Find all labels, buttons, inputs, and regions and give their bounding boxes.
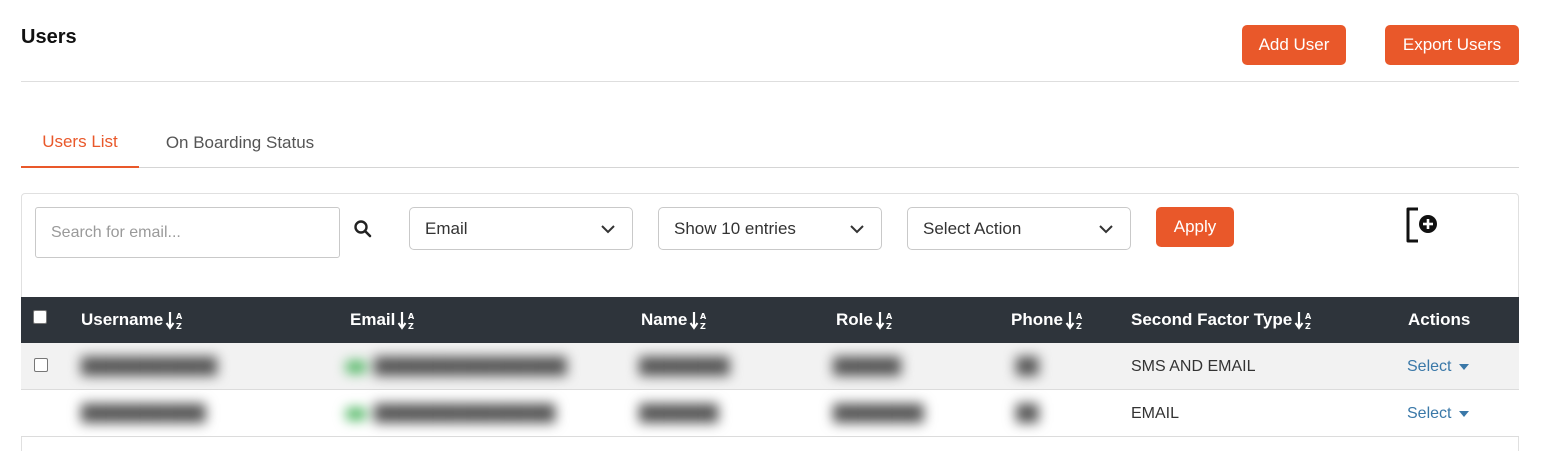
column-label: Phone bbox=[1011, 310, 1063, 329]
actions-cell: Select bbox=[1407, 390, 1470, 437]
sort-az-icon: AZ bbox=[398, 312, 415, 331]
column-email[interactable]: Email AZ bbox=[350, 297, 417, 343]
column-actions: Actions bbox=[1408, 297, 1470, 343]
email-cell: ████████████████ bbox=[346, 390, 555, 437]
search-icon[interactable] bbox=[353, 219, 373, 239]
column-role[interactable]: Role AZ bbox=[836, 297, 895, 343]
table-row: ████████████ █████████████████ ████████ … bbox=[21, 343, 1519, 390]
chevron-down-icon bbox=[1099, 225, 1113, 234]
svg-text:A: A bbox=[176, 312, 183, 321]
row-actions-label: Select bbox=[1407, 404, 1452, 422]
svg-text:Z: Z bbox=[176, 322, 182, 331]
sort-az-icon: AZ bbox=[1065, 312, 1083, 331]
tab-on-boarding-status[interactable]: On Boarding Status bbox=[141, 118, 339, 168]
table-row: ███████████ ████████████████ ███████ ███… bbox=[21, 390, 1519, 437]
name-cell: ███████ bbox=[639, 404, 719, 422]
row-actions-label: Select bbox=[1407, 357, 1452, 375]
sort-az-icon: AZ bbox=[165, 312, 183, 331]
apply-button[interactable]: Apply bbox=[1156, 207, 1234, 247]
svg-text:A: A bbox=[408, 312, 415, 321]
email-cell: █████████████████ bbox=[346, 343, 567, 390]
sort-az-icon: AZ bbox=[689, 312, 707, 331]
row-checkbox[interactable] bbox=[34, 358, 48, 372]
phone-cell: ██ bbox=[1016, 404, 1039, 422]
sort-az-icon: AZ bbox=[1294, 312, 1312, 331]
svg-text:Z: Z bbox=[700, 322, 706, 331]
search-by-select[interactable]: Email bbox=[409, 207, 633, 250]
tab-users-list[interactable]: Users List bbox=[21, 118, 139, 168]
column-label: Name bbox=[641, 310, 688, 329]
email-text: ████████████████ bbox=[374, 404, 556, 422]
name-cell: ████████ bbox=[639, 357, 730, 375]
svg-text:Z: Z bbox=[408, 322, 414, 331]
column-name[interactable]: Name AZ bbox=[641, 297, 709, 343]
column-phone[interactable]: Phone AZ bbox=[1011, 297, 1085, 343]
add-user-button[interactable]: Add User bbox=[1242, 25, 1346, 65]
actions-cell: Select bbox=[1407, 343, 1470, 390]
phone-cell: ██ bbox=[1016, 357, 1039, 375]
entries-value: Show 10 entries bbox=[674, 218, 796, 238]
svg-text:Z: Z bbox=[1076, 322, 1082, 331]
column-label: Email bbox=[350, 310, 396, 329]
header-divider bbox=[21, 81, 1519, 82]
select-all-checkbox[interactable] bbox=[33, 310, 47, 324]
column-label: Username bbox=[81, 310, 164, 329]
sort-az-icon: AZ bbox=[875, 312, 893, 331]
column-label: Second Factor Type bbox=[1131, 310, 1293, 329]
chevron-down-icon bbox=[850, 225, 864, 234]
row-actions-dropdown[interactable]: Select bbox=[1407, 357, 1470, 376]
tab-bar: Users List On Boarding Status bbox=[21, 118, 1519, 168]
bulk-action-value: Select Action bbox=[923, 218, 1022, 238]
column-label: Actions bbox=[1408, 310, 1471, 329]
svg-text:Z: Z bbox=[886, 322, 892, 331]
email-text: █████████████████ bbox=[374, 357, 567, 375]
role-cell: ██████ bbox=[833, 357, 902, 375]
bulk-action-select[interactable]: Select Action bbox=[907, 207, 1131, 250]
second-factor-cell: EMAIL bbox=[1131, 404, 1180, 422]
column-second-factor-type[interactable]: Second Factor Type AZ bbox=[1131, 297, 1314, 343]
username-cell: ███████████ bbox=[81, 404, 206, 422]
file-add-icon[interactable] bbox=[1404, 205, 1442, 245]
svg-text:A: A bbox=[886, 312, 893, 321]
svg-text:A: A bbox=[1305, 312, 1312, 321]
search-by-value: Email bbox=[425, 218, 468, 238]
column-label: Role bbox=[836, 310, 873, 329]
export-users-button[interactable]: Export Users bbox=[1385, 25, 1519, 65]
role-cell: ████████ bbox=[833, 404, 924, 422]
svg-text:Z: Z bbox=[1305, 322, 1311, 331]
table-header: Username AZ Email AZ Name AZ Role AZ Pho… bbox=[21, 297, 1519, 343]
search-input[interactable] bbox=[35, 207, 340, 258]
chevron-down-icon bbox=[601, 225, 615, 234]
caret-down-icon bbox=[1459, 363, 1470, 370]
entries-select[interactable]: Show 10 entries bbox=[658, 207, 882, 250]
username-cell: ████████████ bbox=[81, 357, 218, 375]
svg-text:A: A bbox=[700, 312, 707, 321]
svg-text:A: A bbox=[1076, 312, 1083, 321]
column-username[interactable]: Username AZ bbox=[81, 297, 185, 343]
caret-down-icon bbox=[1459, 410, 1470, 417]
page-title: Users bbox=[21, 26, 77, 48]
second-factor-cell: SMS AND EMAIL bbox=[1131, 357, 1256, 375]
row-actions-dropdown[interactable]: Select bbox=[1407, 404, 1470, 423]
